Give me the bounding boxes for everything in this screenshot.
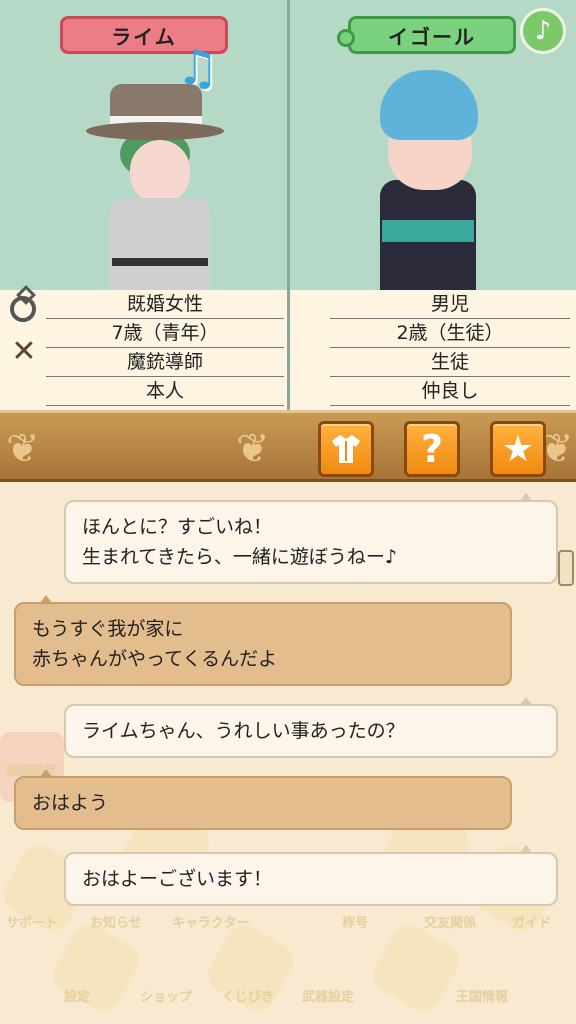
help-button[interactable]: ? — [404, 421, 460, 477]
bg-menu-news: お知らせ — [90, 916, 142, 931]
right-info-status: 男児 — [330, 290, 570, 319]
left-info-status: 既婚女性 — [46, 290, 284, 319]
message-line: ほんとに？すごいね！ — [82, 516, 273, 538]
avatar-hat-brim — [86, 122, 224, 140]
panel-divider — [287, 0, 290, 410]
avatar-face — [130, 140, 190, 204]
bg-menu-shop: ショップ — [140, 990, 193, 1005]
bg-menu-lottery: くじびき — [222, 990, 275, 1005]
scroll-handle[interactable] — [558, 550, 574, 586]
left-character-avatar[interactable] — [80, 80, 240, 290]
chat-message-left: もうすぐ我が家に 赤ちゃんがやってくるんだよ — [14, 595, 512, 686]
left-info-age: 7歳（青年） — [46, 319, 284, 348]
ornament-icon: ❦ — [6, 426, 40, 472]
bg-menu-weapon: 武器設定 — [302, 990, 355, 1005]
right-info-age: 2歳（生徒） — [330, 319, 570, 348]
bg-menu-guide: ガイド — [512, 916, 552, 931]
left-info-job: 魔銃導師 — [46, 348, 284, 377]
favorite-button[interactable]: ★ — [490, 421, 546, 477]
avatar-hair — [380, 70, 478, 140]
bg-menu-kingdom: 王国情報 — [456, 990, 509, 1005]
avatar-body — [110, 198, 210, 290]
chat-log[interactable]: 期間限定 サポート お知らせ キャラクター 称号 交友関係 ガイド 設定 ショッ… — [0, 482, 576, 1024]
message-line: おはよーございます！ — [82, 868, 273, 890]
right-character-avatar[interactable] — [370, 70, 490, 290]
outfit-icon — [332, 435, 360, 463]
left-info-relation: 本人 — [46, 377, 284, 406]
message-line: 生まれてきたら、一緒に遊ぼうねー♪ — [82, 546, 397, 568]
right-character-info: 男児 2歳（生徒） 生徒 仲良し — [330, 290, 570, 410]
ring-icon — [10, 296, 36, 322]
outfit-button[interactable] — [318, 421, 374, 477]
ornate-toolbar: ❦ ❦ ❦ ? ★ — [0, 410, 576, 482]
bg-menu-settings: 設定 — [64, 990, 91, 1005]
right-info-relation: 仲良し — [330, 377, 570, 406]
message-line: ライムちゃん、うれしい事あったの？ — [82, 720, 405, 742]
background-hex — [366, 918, 466, 1018]
avatar-sash — [382, 220, 474, 242]
bg-menu-title: 称号 — [342, 916, 369, 931]
right-info-job: 生徒 — [330, 348, 570, 377]
message-line: 赤ちゃんがやってくるんだよ — [32, 648, 278, 670]
ornament-icon: ❦ — [236, 426, 270, 472]
message-line: おはよう — [32, 792, 109, 814]
crossed-swords-icon: ✕ — [11, 334, 37, 369]
chat-message-left: おはよう — [14, 769, 512, 830]
right-character-name[interactable]: イゴール — [337, 16, 516, 54]
chat-message-right: ライムちゃん、うれしい事あったの？ — [64, 697, 558, 758]
bg-menu-friends: 交友関係 — [424, 916, 477, 931]
chat-message-right: おはよーございます！ — [64, 845, 558, 906]
music-note-icon[interactable]: ♪ — [520, 8, 566, 54]
left-character-info: 既婚女性 7歳（青年） 魔銃導師 本人 — [46, 290, 284, 410]
message-line: もうすぐ我が家に — [32, 618, 184, 640]
avatar-belt — [112, 258, 208, 266]
bg-menu-character: キャラクター — [172, 916, 250, 931]
chat-message-right: ほんとに？すごいね！ 生まれてきたら、一緒に遊ぼうねー♪ — [64, 493, 558, 584]
bg-menu-support: サポート — [6, 916, 59, 931]
background-hex — [46, 918, 146, 1018]
